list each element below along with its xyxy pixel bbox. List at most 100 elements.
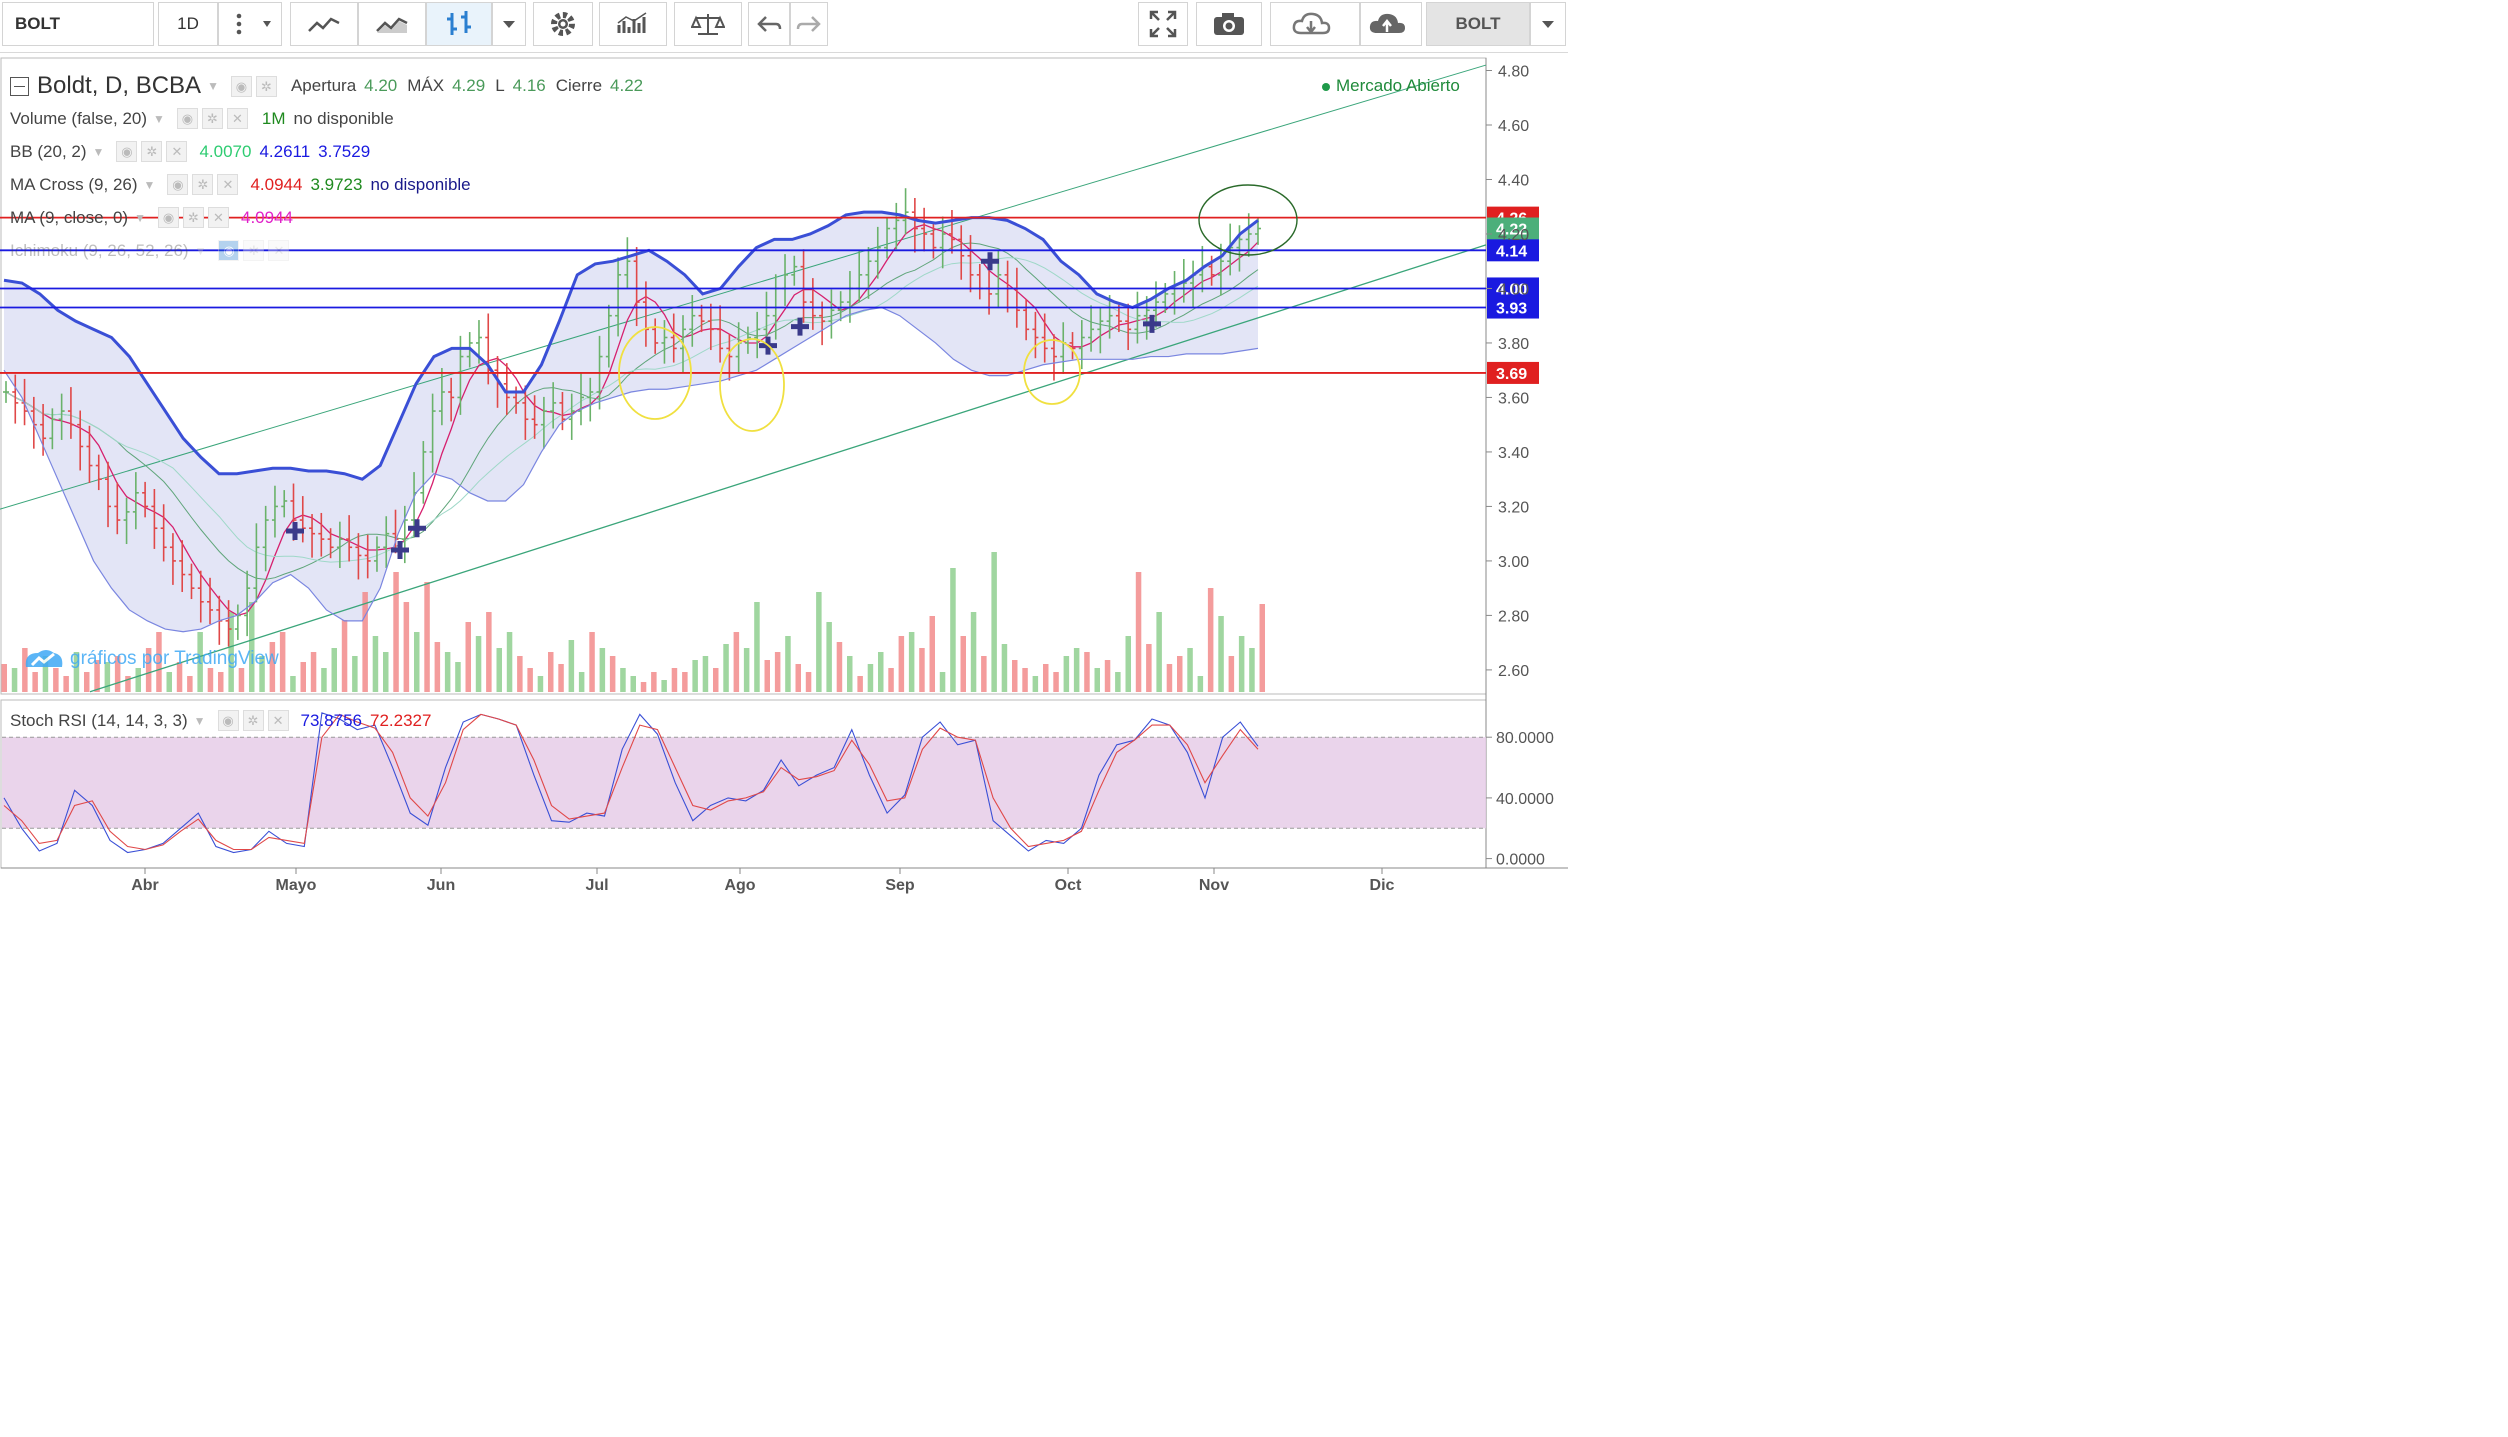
ma-cross-menu-icon[interactable]: ▼ [144, 178, 156, 192]
price-chart: 4.264.224.144.003.933.69 4.804.604.404.2… [0, 57, 1568, 894]
bb-legend[interactable]: BB (20, 2) ▼ ◉ ✲ ✕ 4.0070 4.2611 3.7529 [10, 141, 370, 162]
eye-icon[interactable]: ◉ [217, 710, 239, 731]
volume-bar [1207, 588, 1214, 692]
volume-menu-icon[interactable]: ▼ [153, 112, 165, 126]
price-tick-label: 4.20 [1498, 227, 1529, 244]
volume-bar [300, 662, 306, 692]
volume-bar [1094, 668, 1100, 692]
stoch-legend[interactable]: Stoch RSI (14, 14, 3, 3) ▼ ◉ ✲ ✕ 73.8756… [10, 710, 431, 731]
open-value: 4.20 [364, 76, 398, 95]
volume-bar [1115, 672, 1121, 692]
ichimoku-menu-icon[interactable]: ▼ [195, 244, 207, 258]
gear-icon[interactable]: ✲ [243, 240, 265, 261]
main-series-legend[interactable]: Boldt, D, BCBA ▼ ◉ ✲ Apertura 4.20 MÁX 4… [10, 72, 643, 100]
month-label: Sep [885, 877, 915, 894]
volume-bar [960, 636, 966, 692]
volume-bar [1166, 664, 1173, 692]
low-value: 4.16 [512, 76, 546, 95]
volume-bar [713, 668, 719, 692]
volume-bar [32, 672, 38, 692]
close-icon[interactable]: ✕ [208, 207, 229, 228]
eye-icon[interactable]: ◉ [116, 141, 138, 162]
price-tick-label: 2.60 [1498, 663, 1529, 680]
hidden-eye-icon[interactable]: ◉ [218, 240, 240, 261]
volume-bar [754, 602, 760, 692]
price-tick-label: 3.60 [1498, 390, 1529, 407]
ichimoku-legend[interactable]: Ichimoku (9, 26, 52, 26) ▼ ◉ ✲ ✕ [10, 240, 290, 261]
price-tag-text: 4.14 [1496, 243, 1527, 260]
volume-bar [1218, 616, 1224, 692]
close-icon[interactable]: ✕ [268, 240, 290, 261]
volume-bar [826, 622, 832, 692]
ma-cross-marker [408, 519, 426, 538]
volume-bar [836, 642, 843, 692]
eye-icon[interactable]: ◉ [158, 207, 179, 228]
volume-bar [1084, 652, 1090, 692]
volume-bar [548, 652, 554, 692]
volume-bar [465, 622, 471, 692]
volume-bar [372, 636, 379, 692]
volume-bar [692, 660, 698, 692]
series-menu-icon[interactable]: ▼ [207, 79, 219, 93]
volume-bar [383, 652, 389, 692]
eye-icon[interactable]: ◉ [230, 75, 252, 97]
gear-icon[interactable]: ✲ [242, 710, 264, 731]
volume-bar [857, 676, 863, 692]
gear-icon[interactable]: ✲ [141, 141, 163, 162]
series-title: Boldt, D, BCBA [37, 72, 202, 99]
volume-bar [888, 668, 894, 692]
volume-bar [682, 672, 688, 692]
volume-bar [640, 682, 647, 692]
ma-cross-legend[interactable]: MA Cross (9, 26) ▼ ◉ ✲ ✕ 4.0944 3.9723 n… [10, 174, 471, 195]
tradingview-watermark[interactable]: gráficos por TradingView [24, 645, 279, 673]
volume-bar [352, 656, 358, 692]
month-label: Mayo [276, 877, 317, 894]
close-icon[interactable]: ✕ [217, 174, 239, 195]
gear-icon[interactable]: ✲ [255, 75, 277, 97]
eye-icon[interactable]: ◉ [167, 174, 189, 195]
volume-legend[interactable]: Volume (false, 20) ▼ ◉ ✲ ✕ 1M no disponi… [10, 108, 394, 129]
volume-bar [455, 662, 461, 692]
ma-cross-fast-value: 4.0944 [250, 174, 303, 194]
price-tick-label: 4.80 [1498, 64, 1529, 81]
volume-bar [434, 642, 441, 692]
ma-menu-icon[interactable]: ▼ [134, 211, 146, 225]
volume-bar [414, 632, 420, 692]
volume-bar [929, 616, 935, 692]
close-icon[interactable]: ✕ [267, 710, 289, 731]
price-tick-label: 2.80 [1498, 608, 1529, 625]
high-label: MÁX [407, 76, 445, 95]
collapse-icon[interactable] [10, 76, 29, 96]
ma-cross-name: MA Cross (9, 26) [10, 174, 138, 194]
stoch-menu-icon[interactable]: ▼ [194, 714, 206, 728]
volume-bar [1012, 660, 1018, 692]
volume-bar [527, 668, 533, 692]
volume-bar [847, 656, 853, 692]
close-icon[interactable]: ✕ [166, 141, 188, 162]
gear-icon[interactable]: ✲ [192, 174, 214, 195]
gear-icon[interactable]: ✲ [183, 207, 204, 228]
gear-icon[interactable]: ✲ [201, 108, 223, 129]
ma-legend[interactable]: MA (9, close, 0) ▼ ◉ ✲ ✕ 4.0944 [10, 207, 293, 228]
price-tick-label: 4.00 [1498, 281, 1529, 298]
volume-bar [1063, 656, 1070, 692]
volume-bar [1043, 664, 1049, 692]
volume-bar [1032, 676, 1039, 692]
volume-bar [1135, 572, 1142, 692]
price-tick-label: 4.60 [1498, 118, 1529, 135]
volume-bar [795, 664, 801, 692]
stoch-k-value: 73.8756 [300, 710, 362, 730]
bb-menu-icon[interactable]: ▼ [93, 145, 105, 159]
stoch-d-value: 72.2327 [370, 710, 432, 730]
volume-bar [1053, 672, 1059, 692]
month-label: Ago [724, 877, 755, 894]
volume-bar [63, 676, 69, 692]
close-icon[interactable]: ✕ [226, 108, 248, 129]
stoch-name: Stoch RSI (14, 14, 3, 3) [10, 710, 188, 730]
eye-icon[interactable]: ◉ [176, 108, 198, 129]
volume-bar [537, 676, 544, 692]
bb-lower-value: 3.7529 [318, 141, 371, 161]
volume-bar [671, 668, 678, 692]
status-dot-icon [1322, 82, 1330, 91]
open-label: Apertura [290, 76, 357, 95]
